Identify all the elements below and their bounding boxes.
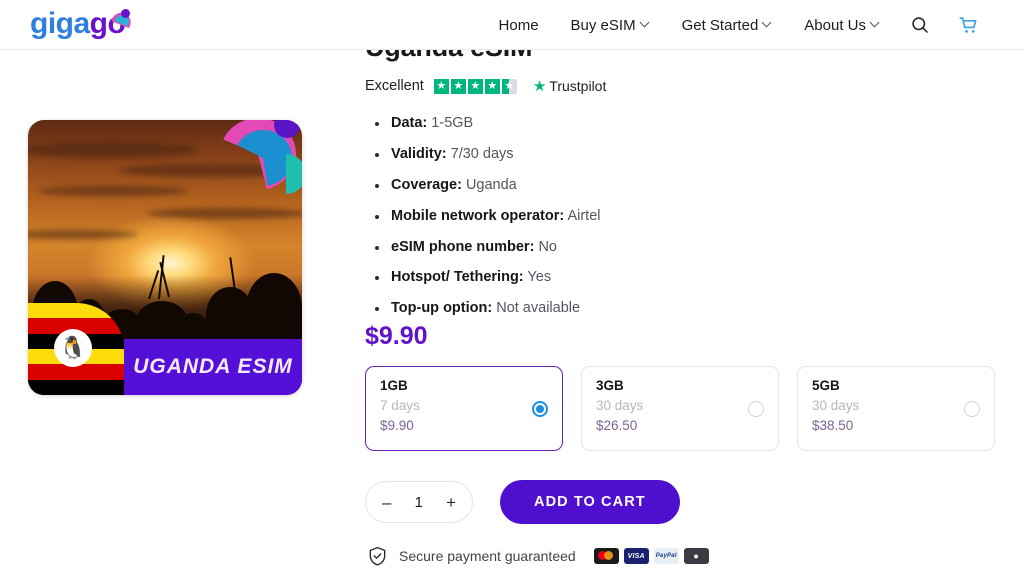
spec-label: eSIM phone number:: [391, 238, 535, 255]
plan-size: 3GB: [596, 378, 624, 393]
spec-label: Top-up option:: [391, 300, 493, 317]
spec-value: 7/30 days: [450, 145, 514, 162]
add-to-cart-button[interactable]: ADD TO CART: [500, 480, 680, 524]
product-price: $9.90: [365, 322, 428, 350]
quantity-stepper[interactable]: – 1 +: [365, 481, 473, 523]
star-icon: ★: [467, 78, 483, 94]
logo-text-giga: giga: [30, 7, 90, 40]
nav-label: Get Started: [681, 16, 759, 34]
shield-check-icon: [369, 546, 386, 566]
plan-price: $38.50: [812, 418, 854, 433]
trustpilot-star-icon: ★: [532, 77, 547, 95]
spec-item: Validity: 7/30 days: [373, 146, 601, 163]
spec-value: Airtel: [567, 207, 601, 224]
plan-price: $26.50: [596, 418, 638, 433]
nav-item-buy-esim[interactable]: Buy eSIM: [555, 17, 666, 34]
uganda-flag-icon: 🐧: [28, 303, 124, 395]
rating-word: Excellent: [365, 78, 424, 94]
logo-arc-icon: [111, 9, 134, 29]
plan-radio[interactable]: [964, 401, 980, 417]
spec-label: Hotspot/ Tethering:: [391, 269, 524, 286]
spec-value: 1-5GB: [431, 115, 474, 131]
plan-validity: 30 days: [812, 398, 860, 413]
nav-label: About Us: [804, 16, 866, 34]
purchase-controls: – 1 + ADD TO CART: [365, 480, 680, 524]
quantity-decrement-button[interactable]: –: [382, 494, 391, 511]
chevron-down-icon: [763, 19, 772, 28]
payment-method-icons: VISA PayPal ●: [593, 548, 709, 564]
plan-options: 1GB 7 days $9.90 3GB 30 days $26.50 5GB …: [365, 366, 995, 451]
product-specs-list: Data: 1-5GB Validity: 7/30 days Coverage…: [373, 115, 601, 331]
nav-item-about-us[interactable]: About Us: [788, 17, 896, 34]
decorative-arc-icon: [220, 120, 302, 200]
star-half-icon: ★: [501, 78, 517, 94]
search-icon: [912, 17, 928, 33]
nav-item-get-started[interactable]: Get Started: [666, 17, 789, 34]
product-image-banner-text: UGANDA ESIM: [133, 355, 293, 378]
spec-value: No: [538, 238, 557, 255]
rating-stars: ★ ★ ★ ★ ★: [433, 78, 517, 94]
spec-label: Coverage:: [391, 176, 462, 193]
spec-item: Top-up option: Not available: [373, 300, 601, 317]
spec-label: Validity:: [391, 145, 447, 162]
plan-price: $9.90: [380, 418, 414, 433]
nav-label: Home: [498, 16, 539, 34]
spec-label: Data:: [391, 115, 428, 131]
plan-option-1gb[interactable]: 1GB 7 days $9.90: [365, 366, 563, 451]
nav-item-home[interactable]: Home: [483, 17, 555, 34]
site-logo[interactable]: gigago: [30, 7, 134, 40]
mastercard-icon: [593, 548, 619, 564]
spec-item: Hotspot/ Tethering: Yes: [373, 269, 601, 286]
apple-pay-icon: ●: [683, 548, 709, 564]
plan-validity: 30 days: [596, 398, 644, 413]
secure-payment-notice: Secure payment guaranteed VISA PayPal ●: [367, 545, 709, 567]
product-image[interactable]: 🐧 UGANDA ESIM: [28, 120, 302, 395]
site-header: gigago Home Buy eSIM Get Started About U…: [0, 0, 1024, 50]
spec-value: Yes: [527, 269, 552, 286]
spec-item: Coverage: Uganda: [373, 177, 601, 194]
spec-value: Uganda: [465, 176, 517, 193]
main-navigation: Home Buy eSIM Get Started About Us: [483, 0, 994, 50]
paypal-icon: PayPal: [653, 548, 679, 564]
plan-radio-selected[interactable]: [532, 401, 548, 417]
star-icon: ★: [433, 78, 449, 94]
plan-size: 5GB: [812, 378, 840, 393]
plan-option-5gb[interactable]: 5GB 30 days $38.50: [797, 366, 995, 451]
crane-emblem-icon: 🐧: [54, 329, 92, 367]
product-page: gigago Home Buy eSIM Get Started About U…: [0, 0, 1024, 578]
plan-validity: 7 days: [380, 398, 420, 413]
product-image-banner: UGANDA ESIM: [124, 339, 302, 395]
spec-item: Mobile network operator: Airtel: [373, 208, 601, 225]
spec-label: Mobile network operator:: [391, 207, 565, 224]
spec-value: Not available: [496, 300, 581, 317]
quantity-value[interactable]: 1: [415, 494, 423, 511]
star-icon: ★: [450, 78, 466, 94]
cart-button[interactable]: [944, 14, 994, 36]
spec-item: eSIM phone number: No: [373, 239, 601, 256]
plan-radio[interactable]: [748, 401, 764, 417]
nav-label: Buy eSIM: [570, 16, 636, 34]
trustpilot-logo: ★ Trustpilot: [533, 78, 607, 94]
shopping-cart-icon: [959, 17, 977, 33]
plan-size: 1GB: [380, 378, 408, 393]
chevron-down-icon: [871, 19, 880, 28]
chevron-down-icon: [641, 19, 650, 28]
search-button[interactable]: [896, 15, 944, 35]
visa-icon: VISA: [623, 548, 649, 564]
trustpilot-label: Trustpilot: [549, 78, 607, 94]
plan-option-3gb[interactable]: 3GB 30 days $26.50: [581, 366, 779, 451]
star-icon: ★: [484, 78, 500, 94]
spec-item: Data: 1-5GB: [373, 115, 601, 132]
quantity-increment-button[interactable]: +: [446, 494, 456, 511]
secure-payment-text: Secure payment guaranteed: [399, 548, 576, 564]
trustpilot-rating[interactable]: Excellent ★ ★ ★ ★ ★ ★ Trustpilot: [365, 78, 606, 94]
